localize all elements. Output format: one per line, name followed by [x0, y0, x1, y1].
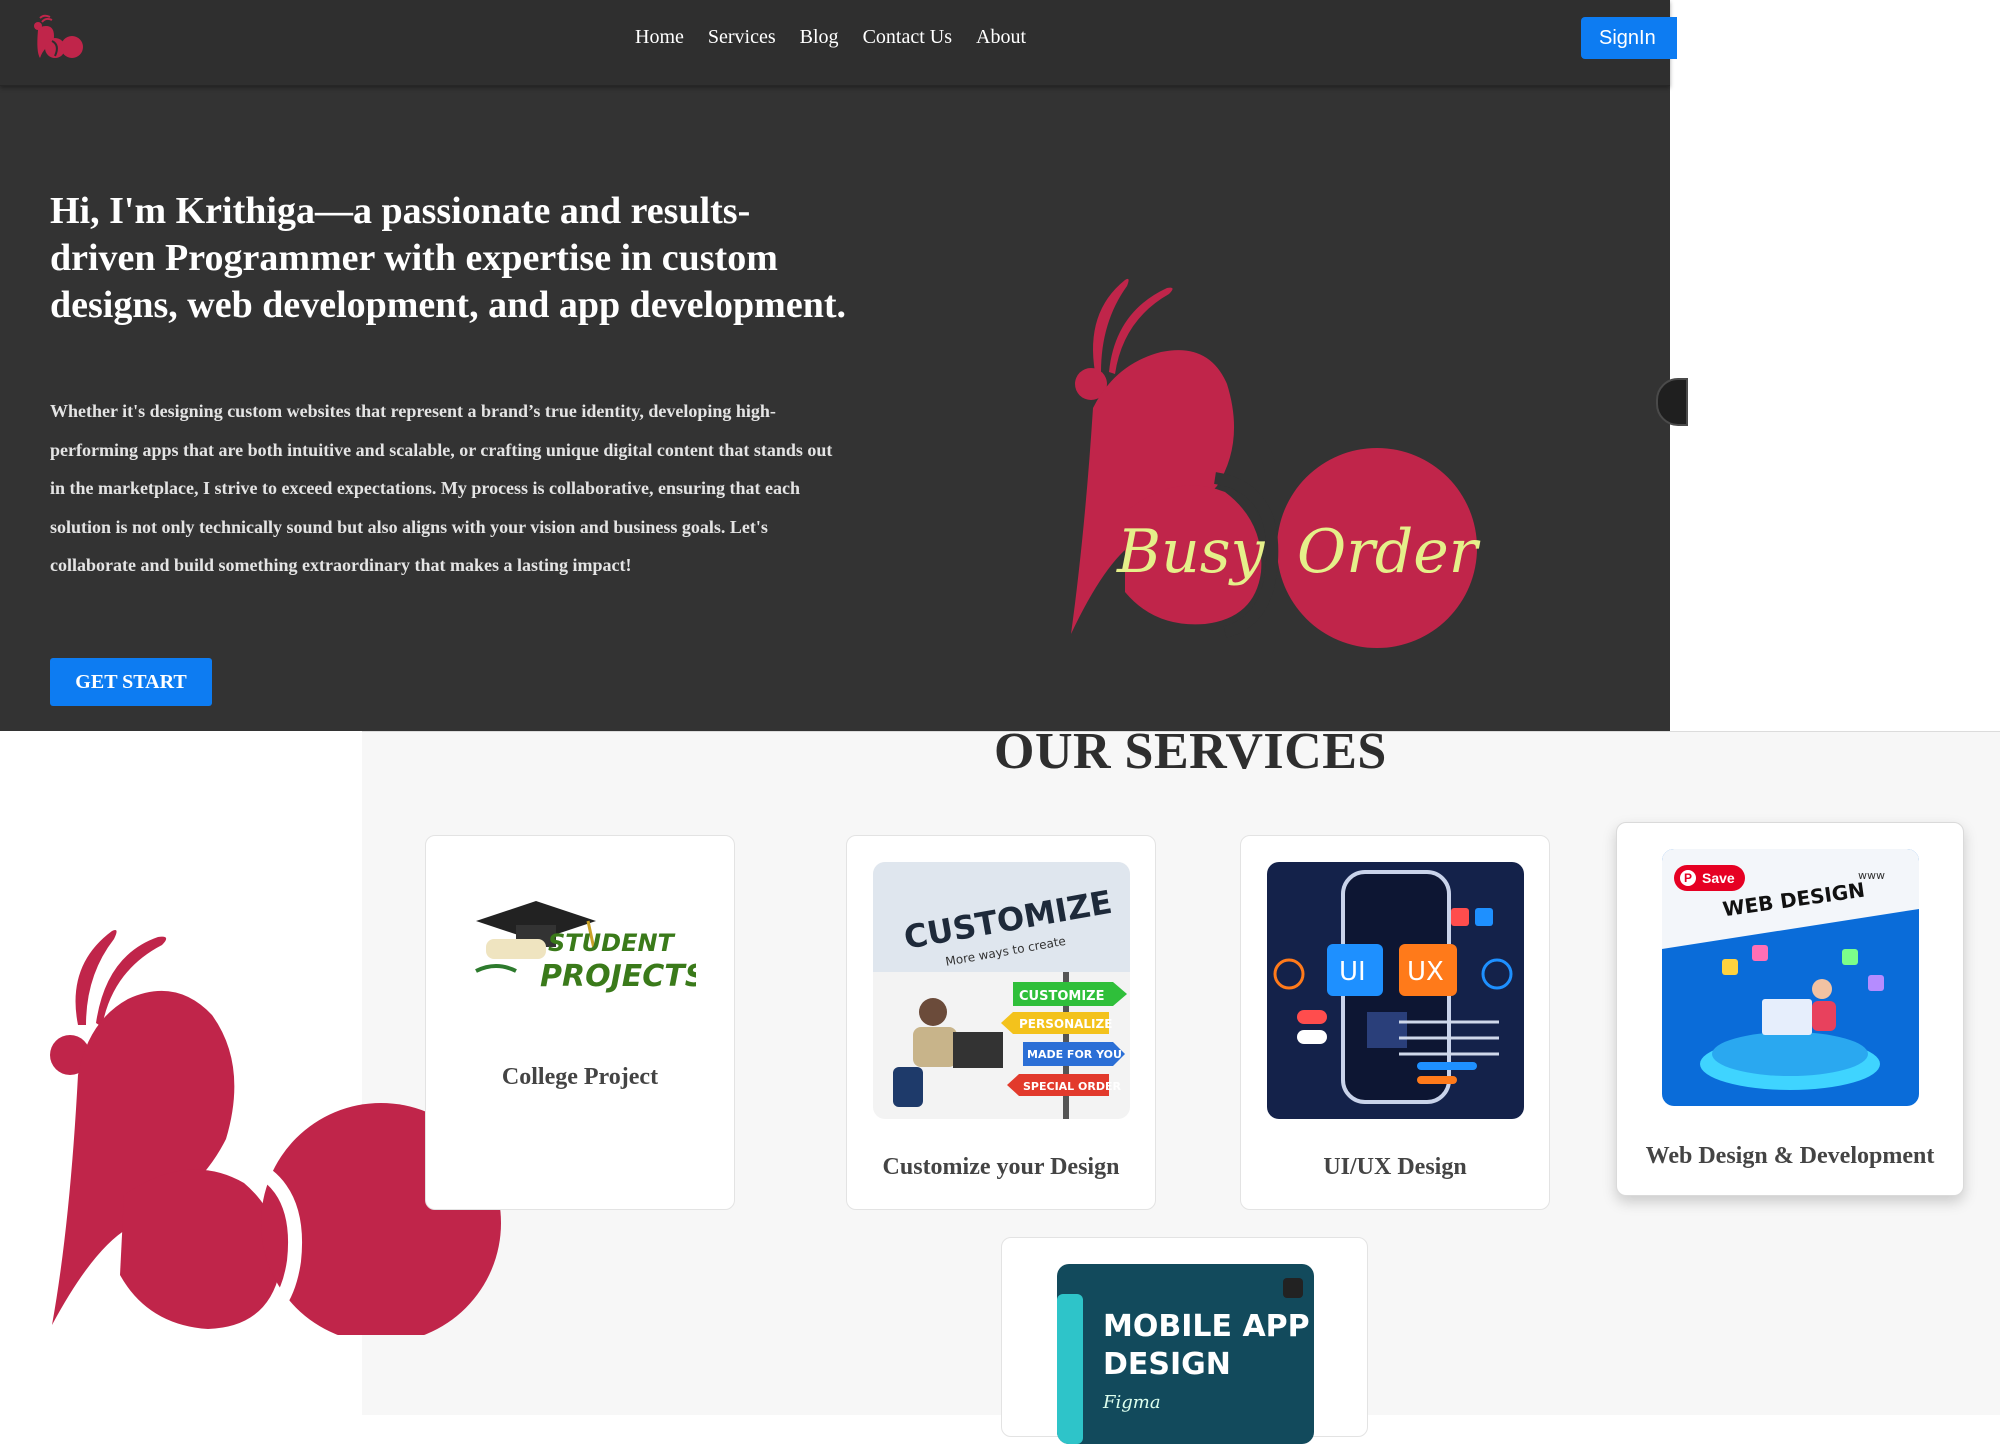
svg-text:MADE FOR YOU: MADE FOR YOU — [1027, 1048, 1122, 1061]
services-title: OUR SERVICES — [994, 723, 1387, 780]
service-card-ui-ux-design[interactable]: UI UX UI/UX Design — [1240, 835, 1550, 1210]
service-card-web-design[interactable]: WEB DESIGN www P Save Web Design & Devel… — [1616, 822, 1964, 1196]
pinterest-icon: P — [1680, 870, 1696, 886]
pinterest-save-button[interactable]: P Save — [1674, 865, 1745, 891]
nav-about[interactable]: About — [976, 26, 1026, 49]
customize-image: CUSTOMIZE More ways to create CUSTOMIZE … — [873, 862, 1130, 1119]
svg-text:Busy: Busy — [1116, 517, 1266, 587]
nav-links: Home Services Blog Contact Us About — [635, 26, 1026, 49]
svg-text:DESIGN: DESIGN — [1103, 1347, 1231, 1382]
get-start-button[interactable]: GET START — [50, 658, 212, 706]
nav-blog[interactable]: Blog — [800, 26, 839, 49]
card-label: Web Design & Development — [1645, 1143, 1935, 1169]
navbar: Home Services Blog Contact Us About Sign… — [0, 0, 1677, 86]
student-projects-image: STUDENT PROJECTS — [475, 901, 696, 994]
svg-text:UI: UI — [1339, 957, 1366, 987]
card-label: College Project — [501, 1064, 659, 1090]
nav-contact-us[interactable]: Contact Us — [863, 26, 952, 49]
scroll-handle[interactable] — [1656, 378, 1688, 426]
svg-text:www: www — [1858, 869, 1885, 882]
nav-services[interactable]: Services — [708, 26, 776, 49]
service-card-college-project[interactable]: STUDENT PROJECTS College Project — [425, 835, 735, 1210]
service-card-customize-design[interactable]: CUSTOMIZE More ways to create CUSTOMIZE … — [846, 835, 1156, 1210]
ui-ux-image: UI UX — [1267, 862, 1524, 1119]
busy-order-logo: Busy Order — [1071, 278, 1481, 648]
svg-text:MOBILE APP: MOBILE APP — [1103, 1309, 1310, 1344]
service-card-mobile-app-design[interactable]: MOBILE APP DESIGN Figma — [1001, 1237, 1368, 1444]
svg-text:CUSTOMIZE: CUSTOMIZE — [1019, 989, 1104, 1004]
mobile-app-image: MOBILE APP DESIGN Figma — [1057, 1264, 1314, 1444]
hero-title: Hi, I'm Krithiga—a passionate and result… — [50, 190, 846, 326]
svg-text:PERSONALIZE: PERSONALIZE — [1019, 1017, 1112, 1031]
svg-text:Order: Order — [1297, 517, 1481, 587]
svg-text:STUDENT: STUDENT — [548, 929, 676, 957]
card-label: Customize your Design — [882, 1154, 1120, 1180]
svg-text:SPECIAL ORDER: SPECIAL ORDER — [1023, 1080, 1121, 1093]
hero-section: Home Services Blog Contact Us About Sign… — [0, 0, 1688, 731]
nav-home[interactable]: Home — [635, 26, 684, 49]
hero-description: Whether it's designing custom websites t… — [50, 401, 833, 575]
card-label: UI/UX Design — [1323, 1154, 1467, 1180]
save-label: Save — [1702, 870, 1735, 886]
brand-logo-icon[interactable] — [28, 12, 84, 60]
svg-text:Figma: Figma — [1102, 1392, 1161, 1413]
svg-text:UX: UX — [1407, 957, 1444, 987]
signin-button[interactable]: SignIn — [1581, 17, 1677, 59]
svg-text:PROJECTS: PROJECTS — [540, 959, 696, 994]
